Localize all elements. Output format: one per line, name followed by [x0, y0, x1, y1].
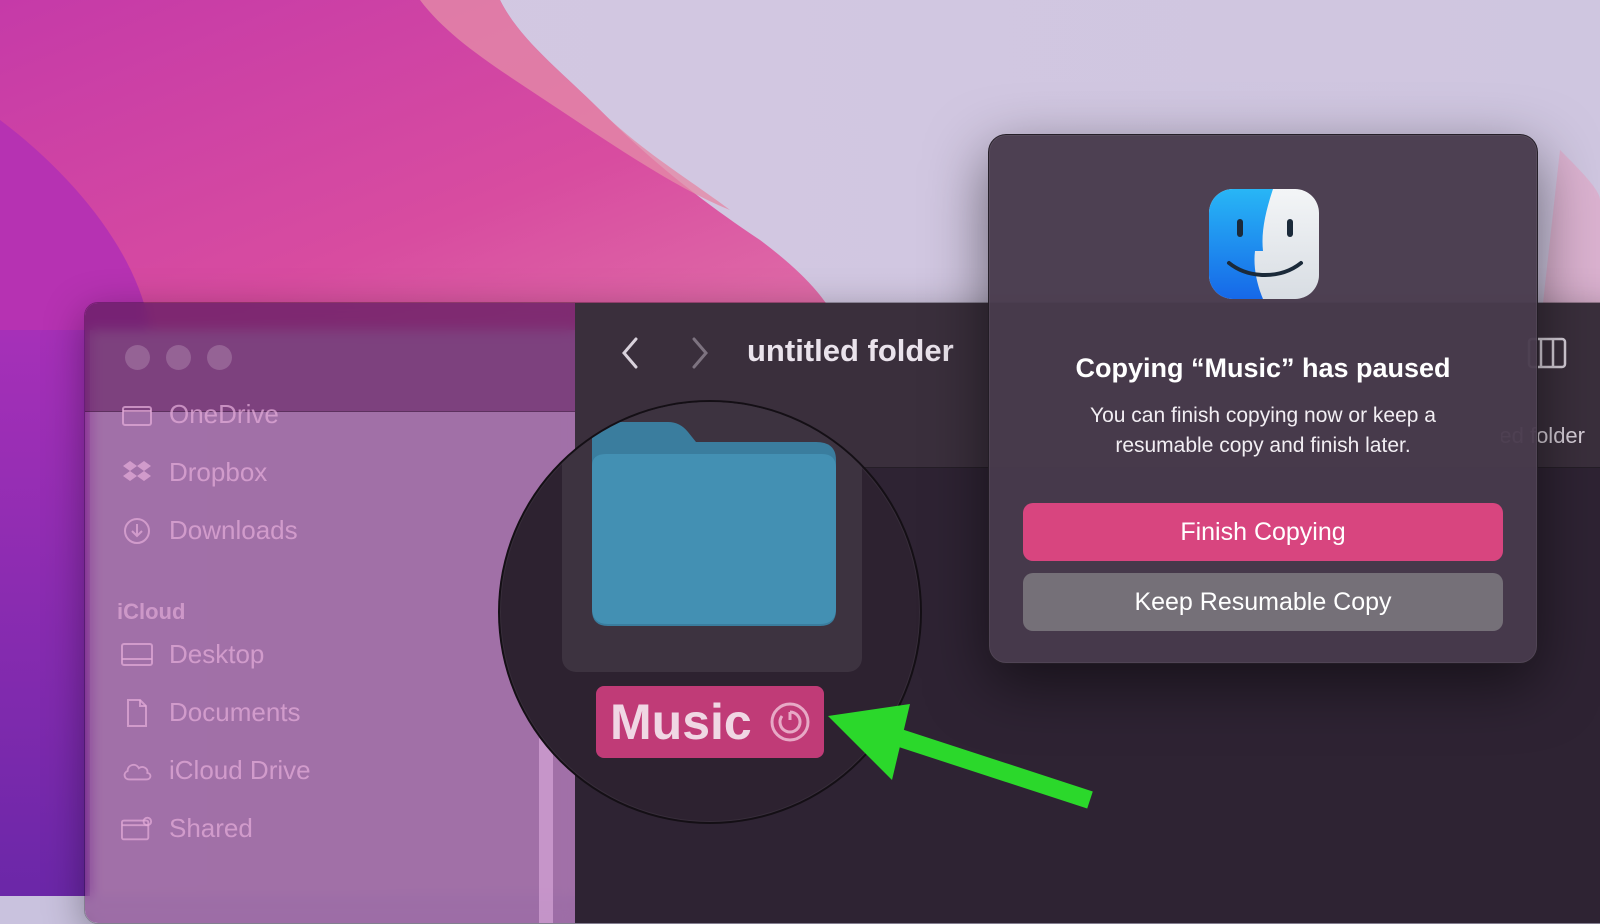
sidebar-item-downloads[interactable]: Downloads [121, 515, 298, 546]
window-title: untitled folder [747, 333, 954, 368]
sidebar-section-icloud: iCloud [117, 599, 186, 624]
folder-icon [592, 422, 836, 626]
back-button[interactable] [615, 333, 645, 373]
sidebar-item-label: Downloads [169, 515, 298, 545]
finish-copying-button[interactable]: Finish Copying [1023, 503, 1503, 561]
sidebar-item-dropbox[interactable]: Dropbox [121, 457, 267, 488]
keep-resumable-copy-button[interactable]: Keep Resumable Copy [1023, 573, 1503, 631]
resume-icon [770, 702, 810, 742]
copy-paused-dialog: Copying “Music” has paused You can finis… [988, 134, 1538, 664]
finder-app-icon [1209, 189, 1319, 299]
sidebar-scrollbar[interactable] [539, 733, 553, 923]
sidebar-item-label: Documents [169, 697, 301, 727]
zoom-window-button[interactable] [207, 345, 232, 370]
chevron-right-icon [692, 337, 708, 369]
desktop-icon [121, 641, 153, 669]
sidebar-titlebar [85, 303, 575, 412]
shared-folder-icon [121, 815, 153, 843]
close-window-button[interactable] [125, 345, 150, 370]
window-controls [125, 345, 232, 370]
sidebar-item-label: Dropbox [169, 457, 268, 487]
cloud-icon [121, 757, 153, 785]
sidebar-item-label: Shared [169, 813, 253, 843]
sidebar-item-onedrive[interactable]: OneDrive [121, 399, 279, 430]
sidebar-item-label: iCloud Drive [169, 755, 311, 785]
green-arrow-annotation [828, 704, 1093, 809]
download-icon [121, 517, 153, 545]
document-icon [121, 698, 153, 727]
minimize-window-button[interactable] [166, 345, 191, 370]
sidebar-item-desktop[interactable]: Desktop [121, 639, 264, 670]
chevron-left-icon [622, 337, 638, 369]
sidebar-item-label: OneDrive [169, 399, 279, 429]
folder-icon [121, 401, 153, 429]
folder-name-label[interactable]: Music [596, 686, 824, 758]
dialog-title: Copying “Music” has paused [1075, 353, 1451, 383]
sidebar-item-documents[interactable]: Documents [121, 697, 301, 728]
sidebar-item-icloud-drive[interactable]: iCloud Drive [121, 755, 311, 786]
folder-name: Music [610, 694, 752, 750]
dropbox-icon [121, 459, 153, 487]
sidebar-item-label: Desktop [169, 639, 265, 669]
dialog-message: You can finish copying now or keep a res… [1090, 404, 1436, 457]
folder-item-tile[interactable] [562, 402, 862, 672]
forward-button[interactable] [685, 333, 715, 373]
sidebar-item-shared[interactable]: Shared [121, 813, 253, 844]
